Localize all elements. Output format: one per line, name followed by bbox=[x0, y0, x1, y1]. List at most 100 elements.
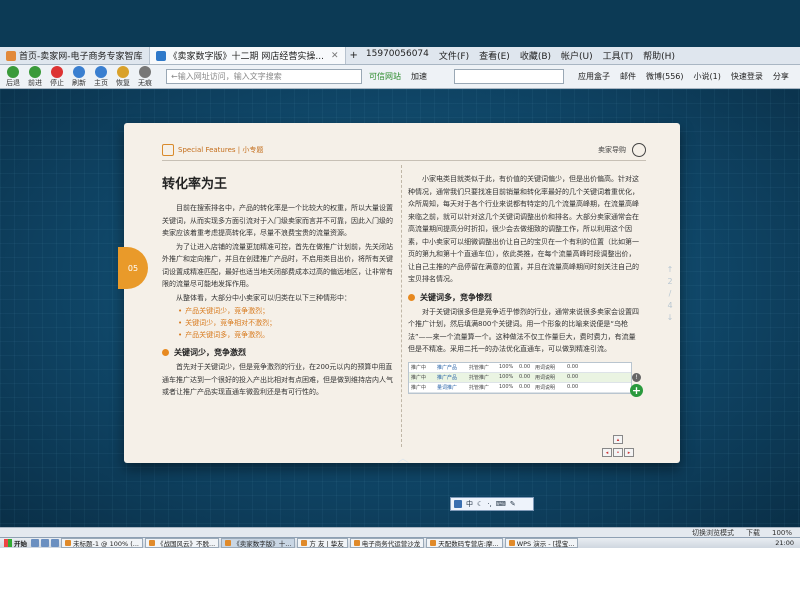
taskbar-item[interactable]: 《战国风云》不脱... bbox=[145, 538, 220, 548]
novel-button[interactable]: 小说(1) bbox=[694, 71, 721, 82]
bullet-item: 产品关键词少，竞争激烈； bbox=[162, 305, 394, 317]
app-icon bbox=[430, 540, 437, 546]
taskbar-item[interactable]: WPS 演示 - [提宝... bbox=[504, 538, 579, 548]
clock-icon bbox=[632, 142, 646, 157]
blank-area bbox=[0, 548, 800, 600]
weibo-button[interactable]: 微博(556) bbox=[646, 71, 684, 82]
site-favicon-icon bbox=[6, 50, 16, 61]
taskbar-item[interactable]: 天配数码专营店:摩... bbox=[426, 538, 503, 548]
column-divider bbox=[401, 165, 402, 447]
pager-up-icon[interactable]: ↑ bbox=[664, 264, 676, 276]
private-button[interactable]: 无痕 bbox=[134, 65, 156, 88]
incognito-icon bbox=[139, 65, 151, 78]
table-row: 推广中 量词推广 托管推广 100% 0.00 用词说明 0.00 bbox=[409, 383, 631, 393]
magazine-page: Special Features | 小专题 卖家导购 转化率为王 目前在搜索排… bbox=[124, 123, 680, 463]
chevron-up-icon[interactable]: ︿ bbox=[397, 449, 409, 466]
right-column: 小家电类目就类似于此，有价值的关键词偏少，但是出价偏高。针对这种情况，通常我们只… bbox=[408, 171, 642, 394]
ime-toolbar[interactable]: 中 ☾ ·, ⌨ ✎ bbox=[450, 497, 534, 511]
start-button[interactable]: 开始 bbox=[0, 538, 31, 548]
left-column: 转化率为王 目前在搜索排名中，产品的转化率是一个比较大的权重，所以大量设置关键词… bbox=[162, 171, 394, 400]
browser-tab-magazine[interactable]: 《卖家数字版》十二期 网店经营实操... ✕ bbox=[149, 47, 346, 64]
pager-down-icon[interactable]: ↓ bbox=[664, 312, 676, 324]
section-label: Special Features | 小专题 bbox=[178, 145, 264, 154]
download-button[interactable]: 下载 bbox=[746, 528, 760, 538]
paragraph: 首先对于关键词少，但是竞争激烈的行业，在200元以内的预算中用直通车推广达到一个… bbox=[162, 363, 393, 396]
phone-number[interactable]: 15970056074 bbox=[366, 49, 429, 62]
taskbar-item[interactable]: 《卖家数字版》十... bbox=[221, 538, 296, 548]
taskbar-item[interactable]: 电子商务代运营沙龙 bbox=[349, 538, 425, 548]
menu-account[interactable]: 帐户(U) bbox=[561, 49, 593, 62]
mail-button[interactable]: 邮件 bbox=[620, 71, 636, 82]
address-bar[interactable]: ←输入网址访问，输入文字搜索 bbox=[166, 69, 362, 84]
bullet-item: 产品关键词多，竞争激烈。 bbox=[162, 329, 394, 341]
restore-icon bbox=[117, 65, 129, 78]
table-row: 推广中 推广产品 托管推广 100% 0.00 用词说明 0.00 bbox=[409, 363, 631, 373]
browser-tab-home[interactable]: 首页-卖家网-电子商务专家智库 bbox=[0, 47, 150, 64]
navigation-pad[interactable]: ▴ ◂ • ▸ bbox=[600, 435, 636, 461]
paragraph: 为了让进入店铺的流量更加精准可控，首先在做推广计划前，先关闭站外推广和定向推广，… bbox=[162, 242, 393, 289]
quick-launch-icon[interactable] bbox=[41, 539, 49, 547]
refresh-icon bbox=[73, 65, 85, 78]
table-row: 推广中 推广产品 托管推广 100% 0.00 用词说明 0.00 bbox=[409, 372, 631, 383]
refresh-button[interactable]: 刷新 bbox=[68, 65, 90, 88]
wrench-icon[interactable]: ✎ bbox=[510, 500, 516, 508]
system-clock[interactable]: 21:00 bbox=[775, 539, 800, 547]
menu-file[interactable]: 文件(F) bbox=[439, 49, 469, 62]
menu-favorites[interactable]: 收藏(B) bbox=[520, 49, 551, 62]
app-icon bbox=[225, 540, 232, 546]
paragraph: 目前在搜索排名中，产品的转化率是一个比较大的权重，所以大量设置关键词，从而实现多… bbox=[162, 204, 393, 237]
close-tab-icon[interactable]: ✕ bbox=[331, 51, 339, 61]
accelerate-button[interactable]: 加速 bbox=[408, 70, 430, 83]
quick-launch-icon[interactable] bbox=[51, 539, 59, 547]
ime-logo-icon bbox=[454, 500, 462, 508]
forward-button[interactable]: 前进 bbox=[24, 65, 46, 88]
viewer-stage: Special Features | 小专题 卖家导购 转化率为王 目前在搜索排… bbox=[0, 89, 800, 527]
bullet-item: 关键词少，竞争相对不激烈； bbox=[162, 317, 394, 329]
menu-tools[interactable]: 工具(T) bbox=[603, 49, 634, 62]
back-button[interactable]: 后退 bbox=[2, 65, 24, 88]
add-icon[interactable]: + bbox=[630, 384, 643, 397]
forward-arrow-icon bbox=[29, 65, 41, 78]
info-icon[interactable]: ! bbox=[632, 373, 641, 382]
pad-center-button[interactable]: • bbox=[613, 448, 623, 457]
app-box-button[interactable]: 应用盒子 bbox=[578, 71, 610, 82]
pad-up-button[interactable]: ▴ bbox=[613, 435, 623, 444]
keyboard-icon[interactable]: ⌨ bbox=[496, 500, 506, 508]
view-mode-toggle[interactable]: 切换浏览模式 bbox=[692, 528, 734, 538]
app-icon bbox=[65, 540, 71, 546]
quick-login-button[interactable]: 快速登录 bbox=[731, 71, 763, 82]
ime-mode-label[interactable]: 中 bbox=[466, 499, 473, 509]
menu-help[interactable]: 帮助(H) bbox=[643, 49, 675, 62]
punctuation-icon[interactable]: ·, bbox=[487, 500, 491, 508]
home-button[interactable]: 主页 bbox=[90, 65, 112, 88]
section-heading: 关键词少，竞争激烈 bbox=[162, 347, 394, 358]
app-icon bbox=[508, 540, 515, 546]
back-arrow-icon bbox=[7, 65, 19, 78]
windows-logo-icon bbox=[4, 539, 12, 547]
trusted-site-button[interactable]: 可信网站 bbox=[366, 70, 404, 83]
taskbar-item[interactable]: 未标题-1 @ 100% (... bbox=[61, 538, 143, 548]
zoom-level[interactable]: 100% bbox=[772, 529, 792, 537]
stop-button[interactable]: 停止 bbox=[46, 65, 68, 88]
app-icon bbox=[301, 540, 308, 546]
share-button[interactable]: 分享 bbox=[773, 71, 789, 82]
quick-launch-icon[interactable] bbox=[31, 539, 39, 547]
search-input[interactable] bbox=[454, 69, 564, 84]
embedded-screenshot-table: 推广中 推广产品 托管推广 100% 0.00 用词说明 0.00 推广中 推广产品 托管推广 1… bbox=[408, 361, 632, 394]
taskbar: 开始 未标题-1 @ 100% (... 《战国风云》不脱... 《卖家数字版》… bbox=[0, 537, 800, 548]
header-right-label: 卖家导购 bbox=[598, 145, 626, 154]
pad-right-button[interactable]: ▸ bbox=[624, 448, 634, 457]
tab-bar: 首页-卖家网-电子商务专家智库 《卖家数字版》十二期 网店经营实操... ✕ +… bbox=[0, 47, 800, 65]
page-header: Special Features | 小专题 卖家导购 bbox=[162, 139, 646, 161]
menu-view[interactable]: 查看(E) bbox=[479, 49, 510, 62]
status-bar: 切换浏览模式 下载 100% bbox=[0, 527, 800, 537]
taskbar-item[interactable]: 方 友 | 挚友 bbox=[297, 538, 348, 548]
paragraph: 对于关键词很多但是竞争近乎惨烈的行业，通常来说很多卖家会设置四个推广计划，然后填… bbox=[408, 307, 639, 354]
page-indicator[interactable]: ↑ 2 / 4 ↓ bbox=[664, 264, 676, 324]
moon-icon[interactable]: ☾ bbox=[477, 500, 483, 508]
pad-left-button[interactable]: ◂ bbox=[602, 448, 612, 457]
app-icon bbox=[353, 540, 360, 546]
new-tab-button[interactable]: + bbox=[350, 50, 358, 61]
paragraph: 从整体看，大部分中小卖家可以归类在以下三种情形中： bbox=[176, 293, 351, 302]
restore-button[interactable]: 恢复 bbox=[112, 65, 134, 88]
